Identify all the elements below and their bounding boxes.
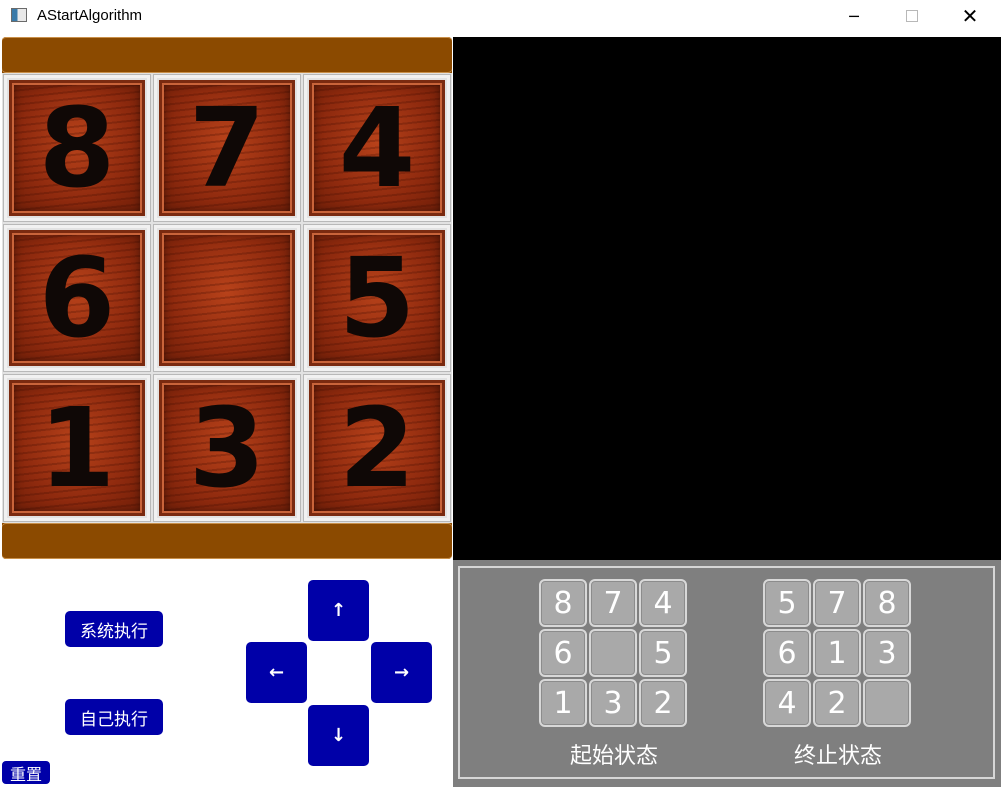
close-button[interactable]: ✕ — [947, 0, 993, 32]
board-tile-number: 4 — [338, 84, 416, 212]
board-tile-number: 1 — [38, 384, 116, 512]
minimize-button[interactable]: ─ — [831, 0, 877, 32]
goal-state-label: 终止状态 — [793, 744, 882, 769]
reset-button[interactable]: 重置 — [2, 761, 50, 784]
board-tile[interactable]: 3 — [153, 374, 301, 522]
board-tile[interactable]: 1 — [3, 374, 151, 522]
goal-state-board: 5 7 8 6 1 3 4 2 — [763, 579, 913, 729]
start-state-tile: 1 — [539, 679, 587, 727]
puzzle-board-panel: 8 7 4 6 5 1 3 2 — [2, 37, 452, 559]
board-tile-number: 6 — [38, 234, 116, 362]
board-top-bar — [2, 37, 452, 73]
board-tile[interactable]: 2 — [303, 374, 451, 522]
start-state-tile: 2 — [639, 679, 687, 727]
search-visualization-area — [453, 37, 1001, 560]
start-state-tile: 3 — [589, 679, 637, 727]
board-tile[interactable]: 8 — [3, 74, 151, 222]
arrow-right-button[interactable]: → — [371, 642, 432, 703]
board-tile-number: 2 — [338, 384, 416, 512]
start-state-tile: 7 — [589, 579, 637, 627]
board-tile-number: 3 — [188, 384, 266, 512]
board-bottom-bar — [2, 523, 452, 559]
start-state-label: 起始状态 — [569, 744, 658, 769]
maximize-button[interactable] — [889, 0, 935, 32]
board-tile-number: 5 — [338, 234, 416, 362]
board-tile[interactable]: 7 — [153, 74, 301, 222]
self-run-button[interactable]: 自己执行 — [65, 699, 163, 735]
goal-state-tile: 4 — [763, 679, 811, 727]
window-title: AStartAlgorithm — [37, 7, 143, 24]
goal-state-tile: 7 — [813, 579, 861, 627]
system-run-button[interactable]: 系统执行 — [65, 611, 163, 647]
goal-state-tile: 8 — [863, 579, 911, 627]
arrow-left-button[interactable]: ← — [246, 642, 307, 703]
board-tile-number: 8 — [38, 84, 116, 212]
title-bar: AStartAlgorithm ─ ✕ — [0, 0, 1001, 34]
start-state-tile: 4 — [639, 579, 687, 627]
arrow-down-button[interactable]: ↓ — [308, 705, 369, 766]
goal-state-tile: 6 — [763, 629, 811, 677]
board-tile-number: 7 — [188, 84, 266, 212]
start-state-tile: 6 — [539, 629, 587, 677]
arrow-up-button[interactable]: ↑ — [308, 580, 369, 641]
start-state-tile — [589, 629, 637, 677]
board-tile-empty[interactable] — [153, 224, 301, 372]
puzzle-board-grid: 8 7 4 6 5 1 3 2 — [2, 73, 452, 523]
start-state-tile: 8 — [539, 579, 587, 627]
goal-state-tile — [863, 679, 911, 727]
start-state-tile: 5 — [639, 629, 687, 677]
board-tile[interactable]: 6 — [3, 224, 151, 372]
control-panel: 系统执行 自己执行 重置 ↑ ← → ↓ — [0, 560, 452, 787]
goal-state-tile: 2 — [813, 679, 861, 727]
board-tile-number — [157, 228, 297, 368]
board-tile[interactable]: 5 — [303, 224, 451, 372]
state-preview-panel: 8 7 4 6 5 1 3 2 起始状态 5 7 8 6 1 3 4 2 终止状… — [453, 560, 1001, 787]
goal-state-tile: 5 — [763, 579, 811, 627]
app-window-icon — [11, 8, 27, 22]
goal-state-tile: 3 — [863, 629, 911, 677]
start-state-board: 8 7 4 6 5 1 3 2 — [539, 579, 689, 729]
board-tile[interactable]: 4 — [303, 74, 451, 222]
goal-state-tile: 1 — [813, 629, 861, 677]
maximize-icon — [906, 10, 918, 22]
